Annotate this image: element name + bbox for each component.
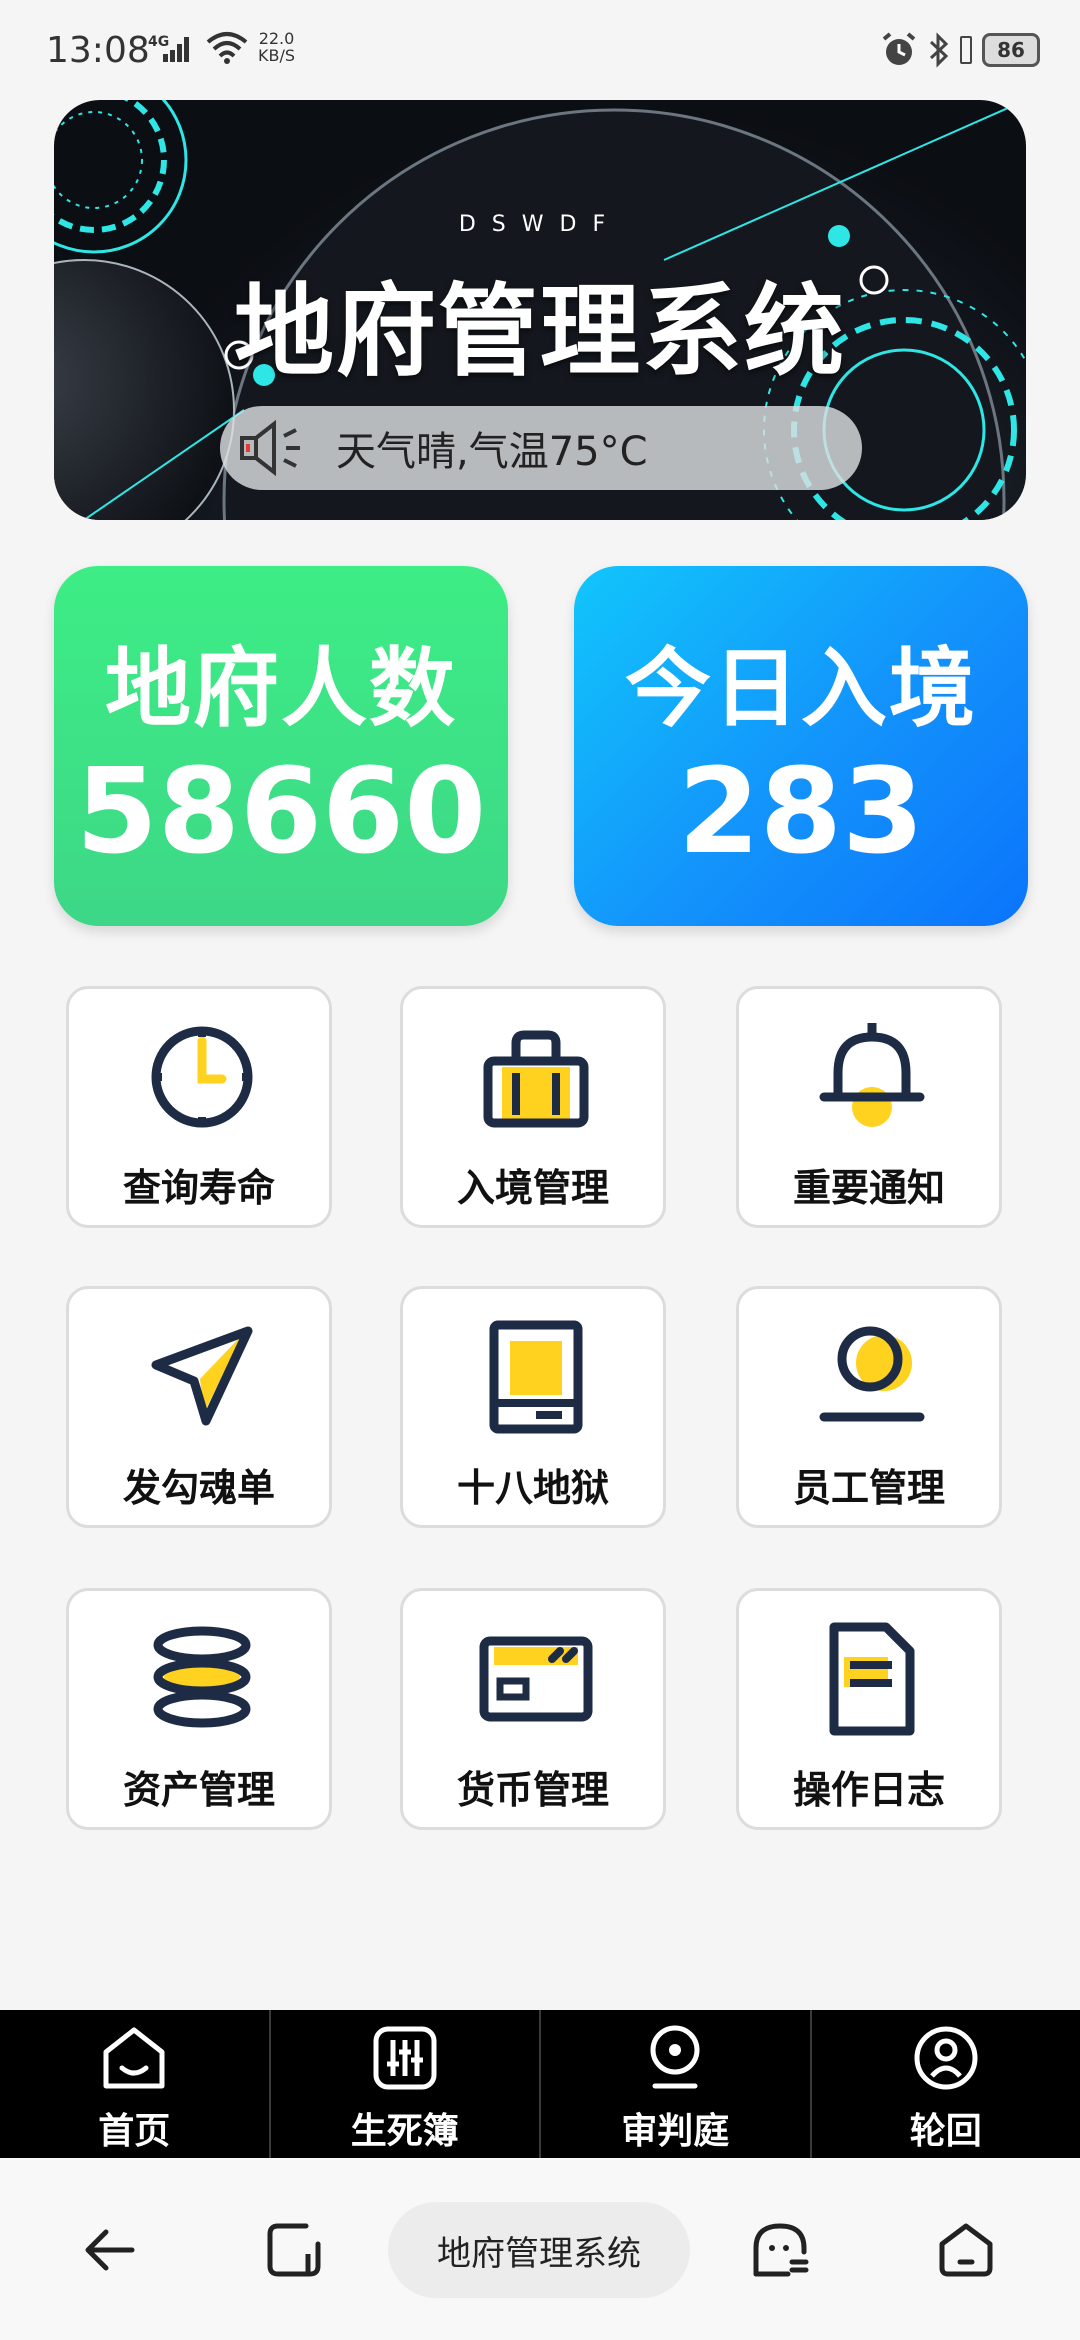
menu-item-label: 操作日志	[792, 1768, 945, 1812]
network-indicator: 4G	[148, 30, 348, 74]
speed-value: 22.0	[258, 29, 295, 48]
menu-item-label: 查询寿命	[122, 1166, 275, 1210]
menu-item-label: 资产管理	[122, 1768, 275, 1812]
menu-item-operation-log[interactable]: 操作日志	[736, 1588, 1002, 1830]
bluetooth-icon	[929, 32, 949, 68]
status-time: 13:08	[46, 30, 150, 71]
menu-item-label: 员工管理	[792, 1466, 945, 1510]
notice-text: 天气晴,气温75°C	[336, 429, 648, 475]
wifi-icon	[206, 32, 248, 64]
menu-item-label: 入境管理	[456, 1166, 609, 1210]
tab-label: 首页	[98, 2111, 171, 2152]
book-icon	[489, 1320, 583, 1434]
menu-item-currency-management[interactable]: 货币管理	[400, 1588, 666, 1830]
banner-title: 地府管理系统	[234, 273, 846, 390]
tab-home[interactable]: 首页	[0, 2010, 271, 2158]
clock-icon	[151, 1026, 253, 1128]
menu-item-label: 十八地狱	[456, 1466, 609, 1510]
stat-value: 283	[677, 742, 925, 880]
tab-label: 生死簿	[350, 2111, 459, 2152]
tab-tribunal[interactable]: 审判庭	[541, 2010, 812, 2158]
tab-label: 审判庭	[621, 2111, 730, 2152]
menu-item-important-notice[interactable]: 重要通知	[736, 986, 1002, 1228]
send-arrow-icon	[151, 1326, 253, 1426]
stat-label: 今日入境	[625, 639, 977, 739]
stat-card-population[interactable]: 地府人数 58660	[54, 566, 508, 926]
hero-banner[interactable]: DSWDF 地府管理系统 天气晴,气温75°C	[54, 100, 1026, 520]
assistant-icon[interactable]	[748, 2218, 812, 2282]
menu-item-eighteen-hells[interactable]: 十八地狱	[400, 1286, 666, 1528]
notice-bar[interactable]: 天气晴,气温75°C	[220, 406, 862, 490]
vibrate-icon	[960, 36, 972, 64]
menu-item-label: 重要通知	[792, 1166, 945, 1210]
menu-item-entry-management[interactable]: 入境管理	[400, 986, 666, 1228]
bell-icon	[819, 1023, 925, 1127]
signal-icon	[163, 37, 189, 62]
coin-stack-icon	[153, 1626, 251, 1728]
recents-icon[interactable]	[262, 2218, 326, 2282]
card-icon	[479, 1636, 593, 1722]
status-bar: 13:08 4G 22.0 KB/S 86	[0, 0, 1080, 80]
alarm-icon	[882, 32, 916, 65]
back-icon[interactable]	[78, 2218, 142, 2282]
stat-label: 地府人数	[105, 639, 457, 739]
stat-value: 58660	[75, 742, 487, 880]
home-icon[interactable]	[934, 2218, 998, 2282]
speaker-icon	[240, 419, 300, 477]
tab-label: 轮回	[909, 2111, 982, 2152]
tab-life-death-book[interactable]: 生死簿	[271, 2010, 541, 2158]
home-icon	[103, 2027, 165, 2089]
menu-item-label: 货币管理	[456, 1768, 609, 1812]
stat-card-today-entries[interactable]: 今日入境 283	[574, 566, 1028, 926]
network-speed: 22.0 KB/S	[258, 30, 295, 64]
menu-item-staff-management[interactable]: 员工管理	[736, 1286, 1002, 1528]
current-app-pill[interactable]: 地府管理系统	[388, 2202, 690, 2298]
system-navigation-bar: 地府管理系统	[0, 2158, 1080, 2340]
person-circle-icon	[914, 2026, 978, 2090]
bottom-tab-bar: 首页 生死簿 审判庭 轮回	[0, 2010, 1080, 2158]
banner-subtitle: DSWDF	[458, 212, 622, 237]
status-right: 86	[880, 28, 1040, 72]
menu-item-query-lifespan[interactable]: 查询寿命	[66, 986, 332, 1228]
sliders-icon	[373, 2026, 437, 2090]
document-icon	[829, 1622, 915, 1736]
menu-item-label: 发勾魂单	[122, 1466, 275, 1510]
menu-item-asset-management[interactable]: 资产管理	[66, 1588, 332, 1830]
location-pin-icon	[650, 2025, 700, 2089]
tab-reincarnation[interactable]: 轮回	[812, 2010, 1080, 2158]
battery-indicator: 86	[982, 33, 1040, 67]
menu-item-send-soul-order[interactable]: 发勾魂单	[66, 1286, 332, 1528]
speed-unit: KB/S	[258, 46, 296, 65]
briefcase-icon	[483, 1030, 589, 1128]
user-icon	[819, 1326, 925, 1422]
